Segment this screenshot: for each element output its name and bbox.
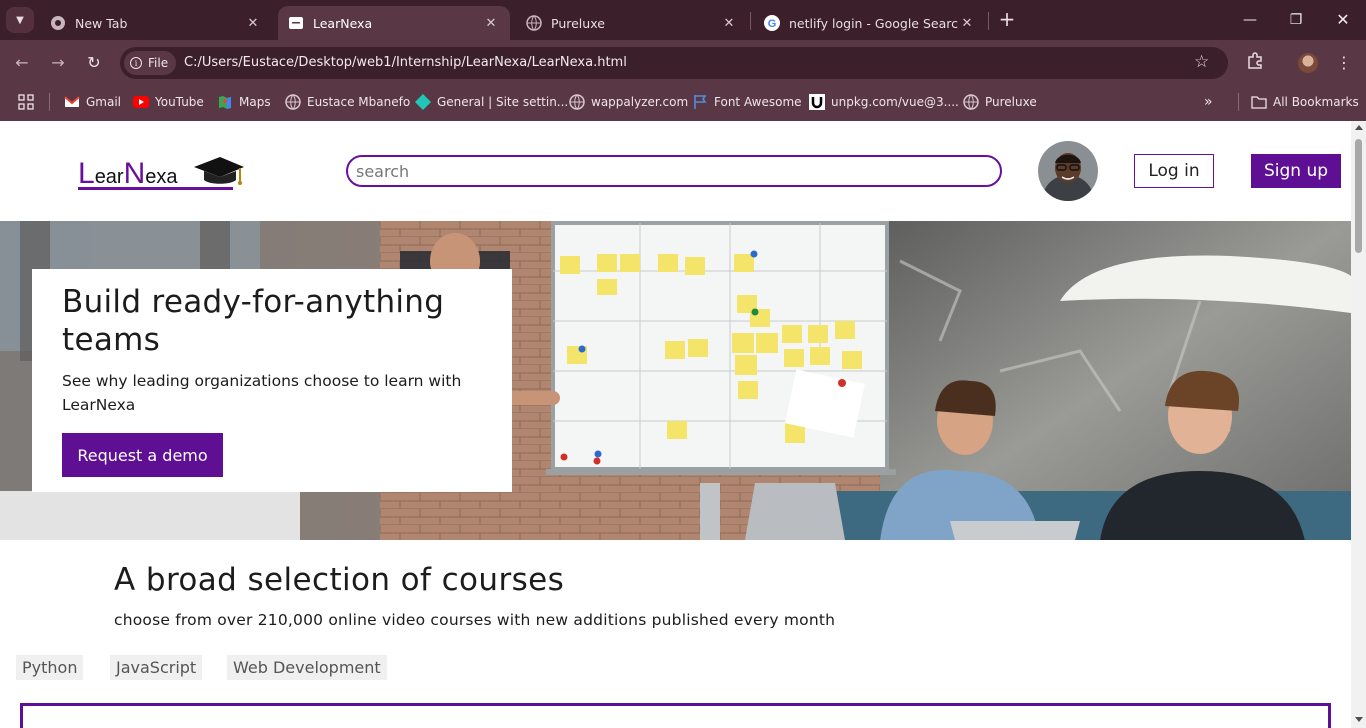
globe-icon (285, 94, 301, 110)
page-icon (288, 15, 304, 31)
close-icon[interactable]: ✕ (720, 16, 738, 31)
globe-icon (569, 94, 585, 110)
more-bookmarks-icon[interactable]: » (1204, 92, 1213, 112)
bookmark-unpkg[interactable]: unpkg.com/vue@3.... (809, 92, 959, 112)
unpkg-icon (809, 94, 825, 110)
course-panel (20, 703, 1331, 728)
new-tab-button[interactable]: + (996, 9, 1018, 31)
globe-icon (963, 94, 979, 110)
tab-separator (750, 12, 751, 30)
tab-google-search[interactable]: G netlify login - Google Search ✕ (754, 6, 986, 40)
signup-button[interactable]: Sign up (1251, 154, 1341, 188)
tab-learnexa[interactable]: LearNexa ✕ (278, 6, 510, 40)
bookmark-gmail[interactable]: Gmail (64, 92, 121, 112)
hero-subtitle: See why leading organizations choose to … (62, 372, 462, 414)
all-bookmarks[interactable]: All Bookmarks (1251, 92, 1359, 112)
profile-avatar[interactable] (1298, 53, 1318, 73)
url-text[interactable]: C:/Users/Eustace/Desktop/web1/Internship… (184, 55, 627, 70)
globe-icon (526, 15, 542, 31)
close-icon[interactable]: ✕ (482, 16, 500, 31)
page-scrollbar[interactable] (1351, 121, 1366, 728)
netlify-icon (415, 94, 431, 110)
restore-icon[interactable]: ❐ (1284, 8, 1308, 32)
search-input[interactable] (346, 155, 1002, 187)
bookmark-netlify-settings[interactable]: General | Site settin... (415, 92, 568, 112)
hero-banner: Build ready-for-anything teams See why l… (0, 221, 1351, 540)
bookmark-star-icon[interactable]: ☆ (1194, 52, 1209, 72)
bookmark-youtube[interactable]: YouTube (133, 92, 204, 112)
scrollbar-thumb[interactable] (1355, 139, 1362, 253)
bookmark-font-awesome[interactable]: Font Awesome (692, 92, 802, 112)
courses-title: A broad selection of courses (114, 562, 565, 598)
topic-tab-python[interactable]: Python (16, 655, 84, 680)
bookmarks-separator (1238, 93, 1239, 111)
learnexa-logo[interactable]: LearNexa (78, 157, 248, 191)
svg-text:G: G (768, 18, 777, 30)
extensions-icon[interactable] (1244, 52, 1266, 74)
close-icon[interactable]: ✕ (958, 16, 976, 31)
tab-search-button[interactable]: ▼ (6, 7, 34, 33)
folder-icon (1251, 94, 1267, 110)
scroll-down-icon[interactable] (1355, 717, 1363, 722)
flag-icon (692, 94, 708, 110)
topic-tab-javascript[interactable]: JavaScript (110, 655, 203, 680)
avatar[interactable] (1038, 141, 1098, 201)
page-viewport: LearNexa Log in Sign up (0, 121, 1351, 728)
login-button[interactable]: Log in (1134, 154, 1214, 188)
google-icon: G (764, 15, 780, 31)
tab-pureluxe[interactable]: Pureluxe ✕ (516, 6, 748, 40)
bookmark-eustace-mbanefo[interactable]: Eustace Mbanefo (285, 92, 410, 112)
gmail-icon (64, 94, 80, 110)
bookmark-wappalyzer[interactable]: wappalyzer.com (569, 92, 688, 112)
topic-tab-web-development[interactable]: Web Development (227, 655, 387, 680)
site-info-chip[interactable]: i File (124, 51, 177, 75)
back-icon[interactable]: ← (10, 52, 34, 74)
maps-icon (217, 94, 233, 110)
chrome-icon (50, 15, 66, 31)
bookmark-pureluxe[interactable]: Pureluxe (963, 92, 1037, 112)
tab-new-tab[interactable]: New Tab ✕ (40, 6, 272, 40)
graduation-cap-icon (194, 157, 244, 185)
tab-separator (988, 12, 989, 30)
bookmarks-separator (49, 93, 50, 111)
close-icon[interactable]: ✕ (244, 16, 262, 31)
info-icon: i (130, 57, 142, 69)
bookmark-maps[interactable]: Maps (217, 92, 271, 112)
apps-icon[interactable] (18, 92, 34, 112)
courses-subtitle: choose from over 210,000 online video co… (114, 611, 836, 629)
youtube-icon (133, 94, 149, 110)
forward-icon[interactable]: → (46, 52, 70, 74)
minimize-icon[interactable]: — (1238, 8, 1262, 32)
scroll-up-icon[interactable] (1355, 125, 1363, 130)
logo-underline (78, 187, 233, 190)
reload-icon[interactable]: ↻ (82, 52, 106, 74)
hero-card: Build ready-for-anything teams See why l… (32, 269, 512, 492)
close-window-icon[interactable]: ✕ (1331, 8, 1355, 32)
request-demo-button[interactable]: Request a demo (62, 433, 223, 477)
menu-icon[interactable]: ⋮ (1333, 52, 1355, 74)
hero-title: Build ready-for-anything teams (62, 284, 445, 358)
